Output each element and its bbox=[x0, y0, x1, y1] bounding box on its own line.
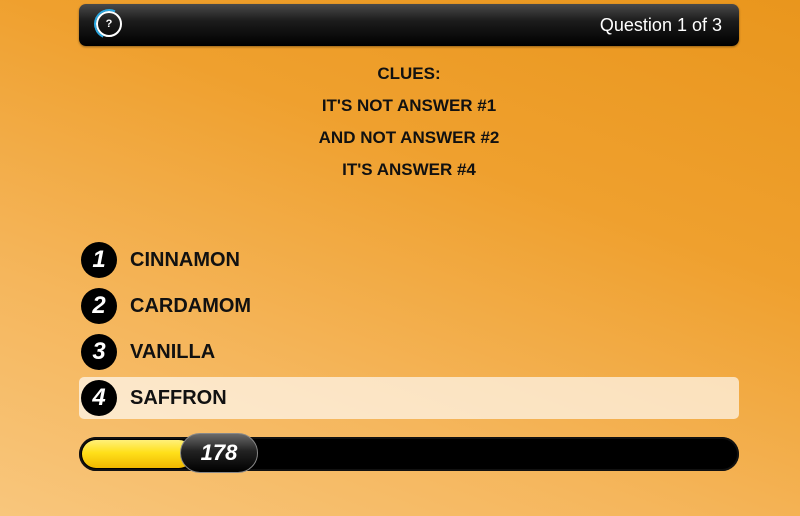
timer-progress-fill bbox=[82, 440, 193, 468]
answer-option-2[interactable]: 2 CARDAMOM bbox=[79, 285, 739, 327]
answer-label: CARDAMOM bbox=[130, 295, 252, 317]
answer-number-badge: 3 bbox=[81, 334, 117, 370]
clues-title: CLUES: bbox=[377, 64, 441, 83]
question-counter: Question 1 of 3 bbox=[599, 15, 722, 35]
timer-progress-bar bbox=[79, 437, 739, 471]
help-button[interactable]: ? bbox=[89, 4, 129, 44]
help-ring-icon bbox=[89, 4, 129, 44]
answer-option-1[interactable]: 1 CINNAMON bbox=[79, 239, 739, 281]
answer-option-4[interactable]: 4 SAFFRON bbox=[79, 377, 739, 419]
answer-number-badge: 2 bbox=[81, 288, 117, 324]
clue-line-3: IT'S ANSWER #4 bbox=[342, 160, 476, 179]
timer-value-badge: 178 bbox=[180, 433, 258, 473]
answer-label: CINNAMON bbox=[130, 249, 240, 271]
answer-number-badge: 4 bbox=[81, 380, 117, 416]
clue-line-1: IT'S NOT ANSWER #1 bbox=[321, 96, 497, 115]
answer-option-3[interactable]: 3 VANILLA bbox=[79, 331, 739, 373]
clues-panel: CLUES: IT'S NOT ANSWER #1 AND NOT ANSWER… bbox=[79, 60, 739, 188]
answer-label: SAFFRON bbox=[130, 387, 227, 409]
top-bar: ? Question 1 of 3 bbox=[79, 4, 739, 46]
answer-label: VANILLA bbox=[130, 341, 216, 363]
clue-line-2: AND NOT ANSWER #2 bbox=[318, 128, 500, 147]
answer-number-badge: 1 bbox=[81, 242, 117, 278]
